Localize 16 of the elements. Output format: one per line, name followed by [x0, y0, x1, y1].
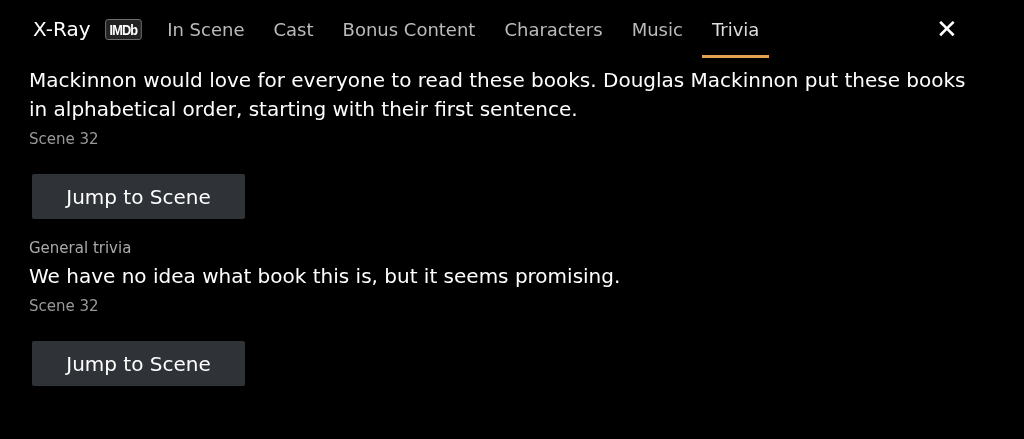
scene-label: Scene 32: [29, 297, 99, 315]
tab[interactable]: Music: [621, 0, 693, 58]
trivia-text: Mackinnon would love for everyone to read these books. Douglas Mackinnon put these books in alphabetical order, starting with their first sentence.: [29, 67, 967, 123]
tab[interactable]: Bonus Content: [332, 0, 486, 58]
tab[interactable]: In Scene: [157, 0, 255, 58]
jump-to-scene-button[interactable]: Jump to Scene: [32, 341, 245, 386]
jump-to-scene-button[interactable]: Jump to Scene: [32, 174, 245, 219]
trivia-text: We have no idea what book this is, but it seems promising.: [29, 263, 622, 290]
trivia-category: General trivia: [29, 239, 132, 257]
tab[interactable]: Cast: [263, 0, 324, 58]
scene-label: Scene 32: [29, 130, 99, 148]
close-button[interactable]: ✕: [936, 13, 958, 45]
app-title: X-Ray: [33, 17, 91, 41]
tab[interactable]: Characters: [494, 0, 613, 58]
tab[interactable]: Trivia: [701, 0, 770, 58]
imdb-logo: IMDb: [105, 18, 142, 40]
